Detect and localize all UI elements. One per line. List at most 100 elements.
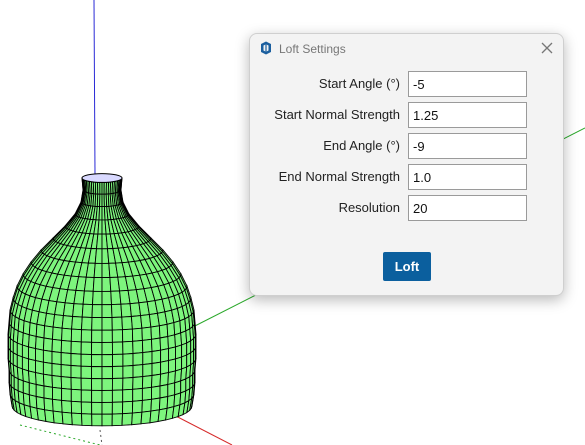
start-normal-strength-label: Start Normal Strength (274, 107, 400, 122)
mesh-face (91, 304, 103, 319)
start-angle-input[interactable] (408, 71, 527, 97)
mesh-face (61, 315, 74, 330)
mesh-face (28, 382, 37, 398)
loft-settings-dialog: Loft Settings Start Angle (°) Start Norm… (249, 33, 564, 296)
mesh-face (159, 383, 169, 399)
resolution-row: Resolution (250, 195, 530, 221)
mesh-face (141, 386, 152, 401)
mesh-face (160, 360, 169, 375)
start-normal-strength-input[interactable] (408, 102, 527, 128)
mesh-face (101, 341, 113, 356)
mesh-face (122, 365, 134, 379)
mesh-face (91, 354, 103, 368)
mesh-face (151, 385, 161, 400)
mesh-face (72, 303, 84, 318)
mesh-face (101, 378, 113, 391)
green-axis-dotted (19, 424, 101, 445)
mesh-face (61, 399, 73, 414)
mesh-face (131, 411, 143, 426)
mesh-face (101, 277, 112, 292)
mesh-face (150, 325, 161, 340)
mesh-face (111, 329, 124, 343)
mesh-face (122, 400, 134, 415)
mesh-face (35, 395, 46, 411)
mesh-face (101, 366, 113, 380)
mesh-face (141, 374, 153, 389)
mesh-face (167, 382, 176, 398)
mesh-face (91, 341, 103, 356)
mesh-face (70, 328, 82, 343)
loft-button[interactable]: Loft (383, 252, 431, 281)
mesh-face (91, 366, 103, 380)
mesh-face (91, 401, 103, 415)
mesh-face (81, 316, 93, 331)
mesh-face (35, 323, 46, 339)
mesh-face (101, 401, 113, 415)
mesh-face (122, 388, 134, 403)
mesh-face (101, 317, 113, 331)
mesh-face (151, 337, 162, 353)
mesh-face (111, 341, 124, 355)
mesh-face (52, 326, 63, 341)
start-normal-strength-row: Start Normal Strength (250, 102, 530, 128)
mesh-face (28, 346, 36, 362)
mesh-face (132, 352, 144, 366)
mesh-face (121, 412, 133, 426)
resolution-label: Resolution (338, 200, 400, 215)
mesh-face (130, 315, 143, 330)
mesh-face (142, 362, 153, 378)
mesh-face (83, 276, 95, 292)
mesh-face (92, 277, 103, 292)
mesh-face (91, 389, 103, 403)
lofted-vase-mesh[interactable] (7, 173, 197, 427)
mesh-face (60, 339, 72, 354)
end-normal-strength-input[interactable] (408, 164, 527, 190)
mesh-face (158, 323, 169, 339)
mesh-face (158, 395, 169, 411)
mesh-face (168, 346, 176, 362)
mesh-face (35, 372, 45, 387)
mesh-face (61, 327, 73, 342)
sketchup-logo-icon (261, 41, 271, 55)
dialog-title: Loft Settings (279, 42, 346, 56)
vase-top-opening (81, 173, 123, 183)
mesh-face (80, 377, 93, 391)
mesh-face (150, 397, 161, 412)
mesh-face (151, 373, 162, 388)
mesh-face (168, 358, 176, 374)
mesh-face (70, 365, 82, 379)
mesh-face (51, 350, 62, 366)
mesh-face (61, 387, 72, 402)
mesh-face (70, 340, 82, 355)
mesh-face (159, 372, 169, 387)
mesh-face (151, 361, 162, 377)
mesh-face (159, 335, 169, 351)
close-icon[interactable] (537, 38, 557, 58)
mesh-face (91, 329, 103, 343)
mesh-face (35, 383, 45, 399)
mesh-face (80, 365, 92, 379)
start-angle-label: Start Angle (°) (318, 76, 400, 91)
end-angle-input[interactable] (408, 133, 527, 159)
mesh-face (35, 348, 44, 363)
mesh-face (52, 398, 63, 413)
mesh-face (71, 412, 83, 426)
mesh-face (28, 334, 37, 350)
mesh-face (101, 354, 113, 368)
mesh-face (35, 360, 44, 375)
resolution-input[interactable] (408, 195, 527, 221)
start-angle-row: Start Angle (°) (250, 71, 530, 97)
mesh-face (51, 362, 62, 378)
mesh-face (140, 410, 152, 425)
mesh-face (42, 337, 53, 353)
mesh-face (167, 334, 176, 350)
mesh-face (112, 353, 124, 367)
mesh-face (132, 364, 144, 378)
mesh-face (131, 399, 143, 414)
mesh-face (80, 341, 93, 355)
mesh-face (28, 322, 38, 338)
mesh-face (101, 389, 113, 403)
dialog-titlebar[interactable]: Loft Settings (250, 34, 563, 64)
mesh-face (82, 290, 94, 306)
mesh-face (73, 289, 85, 305)
